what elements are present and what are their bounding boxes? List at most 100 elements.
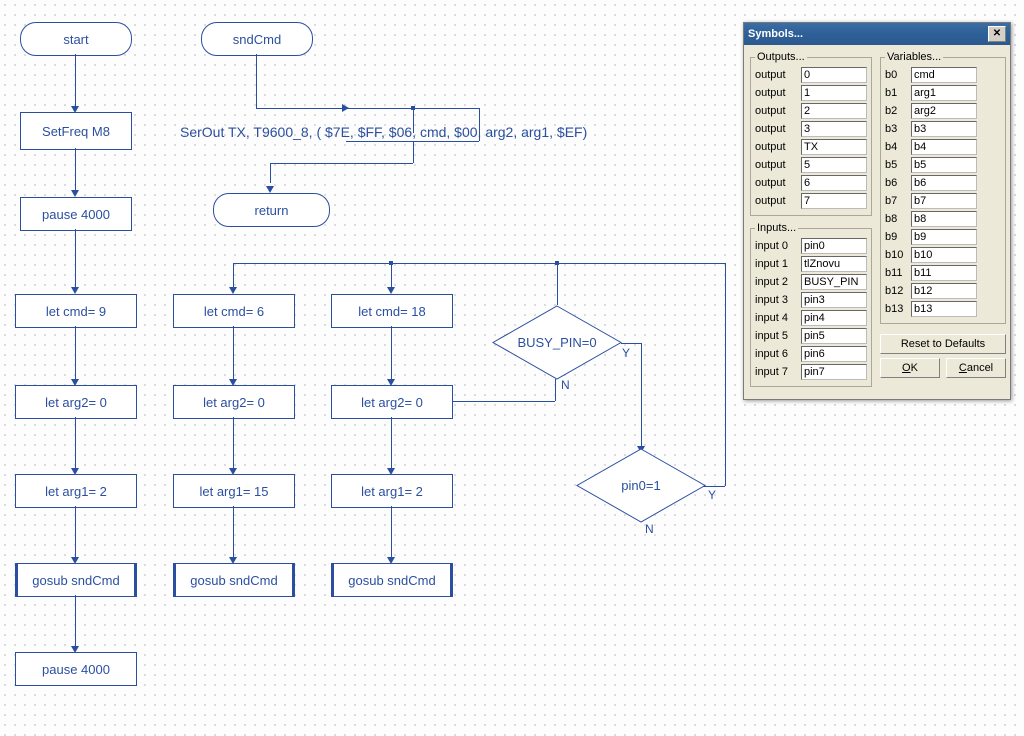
variable-row: b6 [885,175,1001,191]
terminator-return[interactable]: return [213,193,330,227]
label: let arg2= 0 [361,395,423,410]
variable-label: b7 [885,195,907,207]
output-row: output [755,67,867,83]
process-arg2-2[interactable]: let arg2= 0 [173,385,295,419]
output-label: output [755,177,797,189]
process-arg2-3[interactable]: let arg2= 0 [331,385,453,419]
label: let arg1= 2 [45,484,107,499]
variable-label: b1 [885,87,907,99]
subroutine-gosub-1[interactable]: gosub sndCmd [15,563,137,597]
subroutine-gosub-3[interactable]: gosub sndCmd [331,563,453,597]
variable-row: b11 [885,265,1001,281]
variable-input[interactable] [911,157,977,173]
input-label: input 4 [755,312,797,324]
process-arg1-2[interactable]: let arg1= 15 [173,474,295,508]
process-arg2-1[interactable]: let arg2= 0 [15,385,137,419]
terminator-sndcmd[interactable]: sndCmd [201,22,313,56]
variable-label: b13 [885,303,907,315]
process-pause1[interactable]: pause 4000 [20,197,132,231]
input-input[interactable] [801,310,867,326]
variable-input[interactable] [911,175,977,191]
variables-legend: Variables... [885,51,943,63]
output-input[interactable] [801,121,867,137]
output-input[interactable] [801,157,867,173]
variable-input[interactable] [911,85,977,101]
process-setfreq[interactable]: SetFreq M8 [20,112,132,150]
variable-input[interactable] [911,247,977,263]
variable-input[interactable] [911,103,977,119]
output-input[interactable] [801,175,867,191]
variable-label: b10 [885,249,907,261]
output-input[interactable] [801,103,867,119]
decision2-n: N [645,522,654,536]
variable-input[interactable] [911,121,977,137]
input-input[interactable] [801,364,867,380]
process-cmd-1[interactable]: let cmd= 9 [15,294,137,328]
decision1-n: N [561,378,570,392]
variable-row: b0 [885,67,1001,83]
variable-label: b12 [885,285,907,297]
variable-row: b13 [885,301,1001,317]
output-label: output [755,159,797,171]
variable-row: b4 [885,139,1001,155]
input-label: input 3 [755,294,797,306]
input-input[interactable] [801,346,867,362]
input-label: input 1 [755,258,797,270]
variable-label: b3 [885,123,907,135]
ok-button[interactable]: OK [880,358,940,378]
reset-button[interactable]: Reset to Defaults [880,334,1006,354]
input-label: input 7 [755,366,797,378]
variable-input[interactable] [911,193,977,209]
input-row: input 6 [755,346,867,362]
variable-input[interactable] [911,211,977,227]
label: pin0=1 [576,448,706,523]
variable-label: b0 [885,69,907,81]
label: let arg2= 0 [45,395,107,410]
output-input[interactable] [801,85,867,101]
label: SerOut TX, T9600_8, ( $7E, $FF, $06, cmd… [180,124,587,140]
process-cmd-3[interactable]: let cmd= 18 [331,294,453,328]
process-cmd-2[interactable]: let cmd= 6 [173,294,295,328]
input-label: input 6 [755,348,797,360]
process-pause2[interactable]: pause 4000 [15,652,137,686]
label: return [255,203,289,218]
variable-input[interactable] [911,139,977,155]
process-arg1-1[interactable]: let arg1= 2 [15,474,137,508]
decision-pin0[interactable]: pin0=1 [576,448,706,523]
variable-label: b4 [885,141,907,153]
decision-busy-pin[interactable]: BUSY_PIN=0 [492,305,622,380]
input-label: input 2 [755,276,797,288]
label: Reset to Defaults [901,338,985,350]
label: start [63,32,88,47]
input-input[interactable] [801,328,867,344]
input-row: input 7 [755,364,867,380]
variable-input[interactable] [911,265,977,281]
output-input[interactable] [801,67,867,83]
output-row: output [755,139,867,155]
output-input[interactable] [801,193,867,209]
output-label: output [755,87,797,99]
label: gosub sndCmd [32,573,119,588]
decision2-y: Y [708,488,716,502]
label: gosub sndCmd [190,573,277,588]
variable-input[interactable] [911,67,977,83]
output-row: output [755,193,867,209]
close-icon[interactable]: ✕ [988,26,1006,42]
input-row: input 4 [755,310,867,326]
process-arg1-3[interactable]: let arg1= 2 [331,474,453,508]
variable-row: b3 [885,121,1001,137]
titlebar[interactable]: Symbols... ✕ [744,23,1010,45]
variable-input[interactable] [911,229,977,245]
output-input[interactable] [801,139,867,155]
subroutine-gosub-2[interactable]: gosub sndCmd [173,563,295,597]
variable-row: b10 [885,247,1001,263]
variable-input[interactable] [911,301,977,317]
input-input[interactable] [801,256,867,272]
input-input[interactable] [801,238,867,254]
label: let arg2= 0 [203,395,265,410]
variable-input[interactable] [911,283,977,299]
input-input[interactable] [801,274,867,290]
terminator-start[interactable]: start [20,22,132,56]
input-input[interactable] [801,292,867,308]
cancel-button[interactable]: Cancel [946,358,1006,378]
